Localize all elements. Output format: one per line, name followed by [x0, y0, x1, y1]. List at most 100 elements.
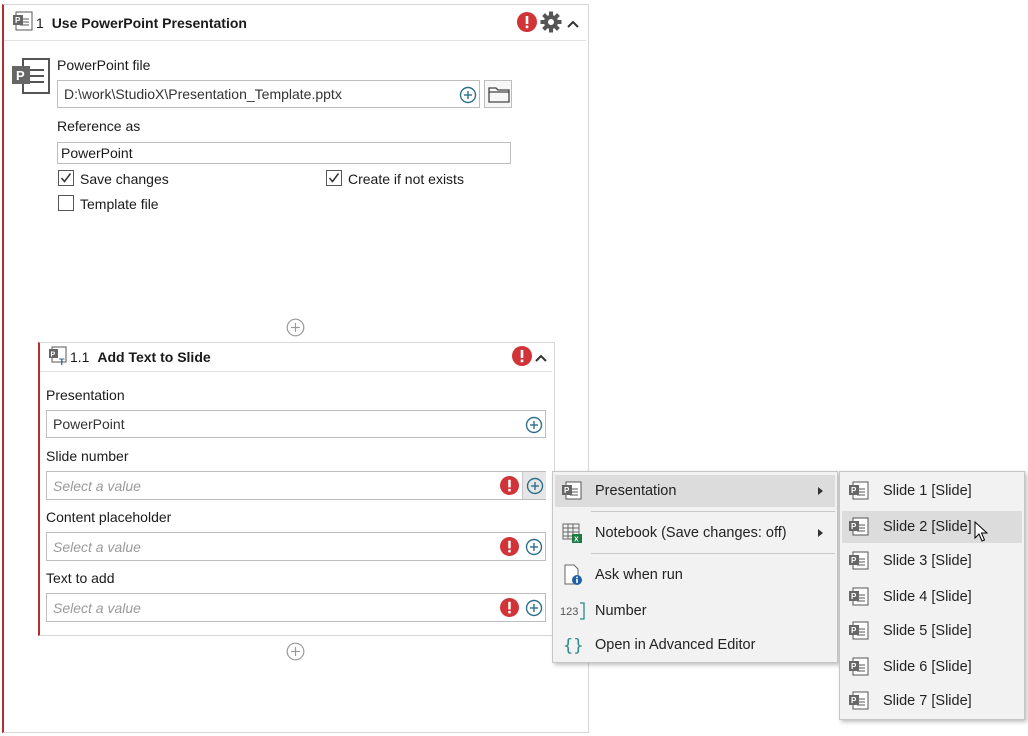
slide-icon: P	[848, 587, 870, 610]
activity-number: 1	[36, 15, 44, 31]
menu-item-ask-when-run[interactable]: Ask when run	[555, 559, 835, 591]
slide-number-input[interactable]: Select a value	[46, 471, 546, 500]
presentation-label: Presentation	[46, 387, 125, 403]
collapse-chevron-icon[interactable]	[566, 16, 580, 32]
text-to-add-label: Text to add	[46, 570, 115, 586]
submenu-item-label: Slide 6 [Slide]	[883, 659, 972, 675]
menu-item-notebook[interactable]: X Notebook (Save changes: off)	[555, 517, 835, 549]
error-icon	[517, 12, 537, 35]
activity-title[interactable]: 1 Use PowerPoint Presentation	[36, 15, 247, 31]
slide-icon: P	[848, 481, 870, 504]
text-to-add-placeholder: Select a value	[53, 600, 141, 616]
submenu-item-label: Slide 5 [Slide]	[883, 623, 972, 639]
submenu-item-slide-1[interactable]: P Slide 1 [Slide]	[842, 475, 1022, 507]
svg-text:P: P	[564, 486, 570, 495]
svg-text:P: P	[851, 696, 857, 705]
menu-item-number[interactable]: 123 Number	[555, 595, 835, 627]
content-placeholder-plus-icon[interactable]	[525, 538, 543, 559]
slide-number-plus-button[interactable]	[522, 472, 546, 499]
menu-item-label: Ask when run	[595, 567, 683, 583]
save-changes-checkbox[interactable]	[58, 170, 74, 186]
slide-number-plus-icon	[526, 477, 544, 495]
template-file-checkbox[interactable]	[58, 195, 74, 211]
svg-text:P: P	[851, 556, 857, 565]
template-file-label: Template file	[80, 196, 159, 212]
gear-icon[interactable]	[540, 11, 562, 36]
presentation-input[interactable]: PowerPoint	[46, 410, 546, 438]
submenu-item-label: Slide 4 [Slide]	[883, 589, 972, 605]
slide-number-error-icon	[500, 476, 519, 498]
svg-text:T: T	[59, 357, 65, 366]
powerpoint-file-label: PowerPoint file	[57, 57, 151, 73]
powerpoint-large-icon: P	[10, 56, 52, 101]
save-changes-label: Save changes	[80, 171, 169, 187]
powerpoint-file-input[interactable]: D:\work\StudioX\Presentation_Template.pp…	[57, 80, 480, 108]
slide-icon: P	[848, 691, 870, 714]
create-if-not-exists-label: Create if not exists	[348, 171, 464, 187]
reference-as-value: PowerPoint	[61, 145, 133, 161]
presentation-plus-icon[interactable]	[525, 416, 543, 437]
child-collapse-chevron-icon[interactable]	[534, 350, 548, 366]
submenu-item-label: Slide 2 [Slide]	[883, 519, 972, 535]
submenu-item-label: Slide 7 [Slide]	[883, 693, 972, 709]
svg-text:P: P	[851, 522, 857, 531]
svg-text:P: P	[851, 592, 857, 601]
submenu-arrow-icon	[818, 529, 823, 537]
svg-text:P: P	[851, 626, 857, 635]
submenu-item-label: Slide 3 [Slide]	[883, 553, 972, 569]
create-if-not-exists-checkbox[interactable]	[326, 170, 342, 186]
submenu-item-slide-2[interactable]: P Slide 2 [Slide]	[842, 511, 1022, 543]
menu-item-presentation[interactable]: P Presentation	[555, 475, 835, 507]
content-placeholder-input[interactable]: Select a value	[46, 532, 546, 561]
ask-document-icon	[563, 564, 583, 589]
reference-as-label: Reference as	[57, 118, 141, 134]
submenu-arrow-icon	[818, 487, 823, 495]
child-header-divider	[40, 371, 552, 372]
content-placeholder-placeholder: Select a value	[53, 539, 141, 555]
menu-item-open-advanced-editor[interactable]: {} Open in Advanced Editor	[555, 629, 835, 661]
slide-icon: P	[848, 621, 870, 644]
text-to-add-plus-icon[interactable]	[525, 599, 543, 620]
child-error-icon	[512, 346, 532, 369]
activity-name: Use PowerPoint Presentation	[51, 15, 247, 31]
text-to-add-input[interactable]: Select a value	[46, 593, 546, 622]
submenu-item-slide-7[interactable]: P Slide 7 [Slide]	[842, 685, 1022, 717]
add-activity-plus-icon[interactable]	[286, 318, 305, 340]
reference-as-input[interactable]: PowerPoint	[57, 142, 511, 164]
number-icon: 123	[559, 601, 587, 624]
menu-item-label: Presentation	[595, 483, 677, 499]
svg-text:123: 123	[560, 606, 578, 618]
child-activity-name: Add Text to Slide	[97, 349, 211, 365]
context-menu: P Presentation X Notebook (Save changes:…	[552, 471, 838, 663]
child-activity-number: 1.1	[70, 349, 90, 365]
svg-text:P: P	[16, 68, 25, 83]
svg-text:P: P	[851, 486, 857, 495]
submenu-item-slide-6[interactable]: P Slide 6 [Slide]	[842, 651, 1022, 683]
powerpoint-file-value: D:\work\StudioX\Presentation_Template.pp…	[64, 86, 342, 102]
content-placeholder-label: Content placeholder	[46, 509, 172, 525]
presentation-value: PowerPoint	[53, 416, 125, 432]
slide-number-label: Slide number	[46, 448, 129, 464]
browse-folder-button[interactable]	[484, 80, 512, 108]
menu-item-label: Notebook (Save changes: off)	[595, 525, 787, 541]
powerpoint-icon: P	[561, 481, 583, 504]
text-to-add-error-icon	[500, 598, 519, 620]
svg-text:P: P	[15, 16, 21, 25]
content-placeholder-error-icon	[500, 537, 519, 559]
slide-icon: P	[848, 551, 870, 574]
add-activity-plus-icon-bottom[interactable]	[286, 642, 305, 664]
submenu-item-slide-4[interactable]: P Slide 4 [Slide]	[842, 581, 1022, 613]
plus-circle-icon[interactable]	[459, 86, 477, 107]
submenu-item-slide-3[interactable]: P Slide 3 [Slide]	[842, 545, 1022, 577]
folder-icon	[488, 86, 510, 106]
powerpoint-text-icon: PT	[48, 346, 70, 369]
submenu-item-slide-5[interactable]: P Slide 5 [Slide]	[842, 615, 1022, 647]
child-activity-title[interactable]: 1.1 Add Text to Slide	[70, 349, 211, 365]
header-divider	[4, 40, 586, 41]
menu-item-label: Open in Advanced Editor	[595, 637, 756, 653]
menu-separator	[591, 553, 835, 554]
slide-number-placeholder: Select a value	[53, 478, 141, 494]
powerpoint-small-icon: P	[12, 11, 34, 34]
svg-text:X: X	[574, 537, 579, 544]
slide-submenu: P Slide 1 [Slide] P Slide 2 [Slide] P Sl…	[839, 471, 1025, 720]
